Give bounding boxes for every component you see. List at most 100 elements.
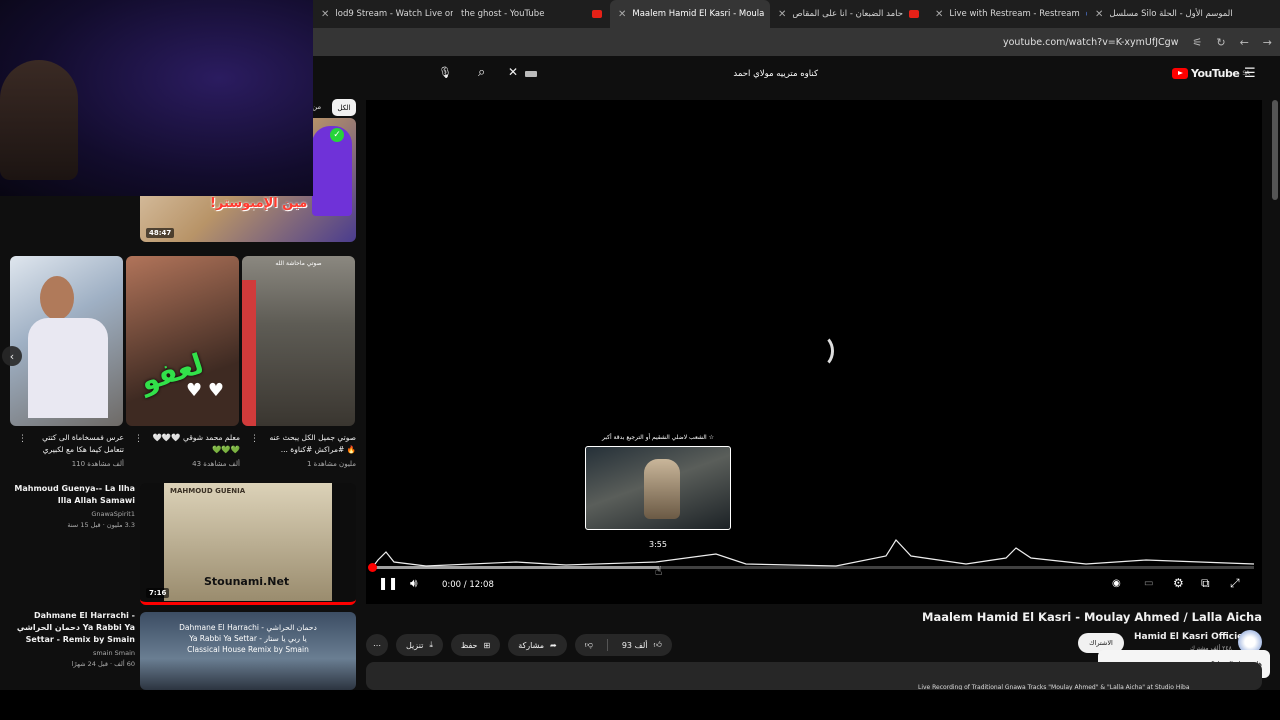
tab-current-video[interactable]: ✕ Maalem Hamid El Kasri - Moula [610,0,770,28]
thumb-line-1: Dahmane El Harrachi - دحمان الحراشي [179,623,317,632]
thumb-line-2: Ya Rabbi Ya Settar - يا ربي يا ستار [189,634,307,643]
video-title: Maalem Hamid El Kasri - Moulay Ahmed / L… [922,610,1262,624]
pause-icon[interactable]: ❚❚ [378,576,398,590]
more-icon: ⋯ [373,640,381,650]
preview-title: الشعب لاضلي الشقيم أو الترجيع بدقة أكبر … [601,434,714,441]
rec-channel-2[interactable]: smain Smain [10,648,135,658]
close-icon[interactable]: ✕ [618,9,626,20]
thumb-wall [242,280,256,426]
youtube-logo[interactable]: YouTube SA [1172,67,1250,80]
thumb-watermark: Stounami.Net [204,575,290,588]
share-button[interactable]: مشاركة ➦ [508,634,567,656]
dislike-icon[interactable]: 👎︎ [585,640,593,650]
settings-icon[interactable]: ⚙ [1173,576,1184,590]
thumb-body [28,318,108,418]
tab-silo[interactable]: ✕ مسلسل Silo الموسم الأول - الحلة [1087,0,1237,28]
forward-icon[interactable]: → [1263,36,1272,49]
rec-thumbnail-1[interactable]: MAHMOUD GUENIA Stounami.Net 7:16 [140,483,356,605]
tab-hamed[interactable]: ✕ حامد الضبعان - انا على المقاص [770,0,927,28]
rec-meta-1: 3.3 مليون · قبل 15 سنة [67,521,135,529]
reload-icon[interactable]: ↻ [1216,36,1225,49]
search-query[interactable]: كناوه مترييه مولاي احمد [733,69,818,79]
video-duration: 7:16 [146,588,170,598]
bottom-bar [0,690,1280,720]
scrub-preview-thumbnail [585,446,731,530]
search-input[interactable]: كناوه مترييه مولاي احمد [510,62,830,86]
youtube-favicon-icon [592,10,602,18]
close-icon[interactable]: ✕ [1095,9,1103,20]
logo-text: YouTube [1191,67,1240,80]
thumb-text: مين الإمبوستر! [210,196,308,211]
more-actions-button[interactable]: ⋯ [366,634,388,656]
save-label: حفظ [460,640,478,650]
share-label: مشاركة [518,640,545,650]
tune-icon[interactable]: ⚟ [1192,36,1202,49]
save-icon: ⊞ [483,640,491,650]
short-views-3: 1 مليون مشاهدة [306,460,356,468]
tab-title: Live with Restream - Restream [949,9,1080,19]
close-icon[interactable]: ✕ [778,9,786,20]
short-thumbnail-1[interactable] [10,256,123,426]
action-bar: ⋯ تنزيل ⤓ حفظ ⊞ مشاركة ➦ 👎︎ 93 ألف 👍︎ [366,634,672,656]
chip-filter[interactable]: من [312,103,321,111]
tab-restream[interactable]: ✕Live with Restream - Restream◉ [927,0,1087,28]
rec-channel-1[interactable]: GnawaSpirit1 [10,509,135,519]
volume-icon[interactable]: 🔊︎ [410,576,418,591]
download-label: تنزيل [406,640,424,650]
tab-title: lod9 Stream - Watch Live on Ki [335,9,453,19]
progress-bar[interactable] [368,563,1254,572]
thumb-top-text: MAHMOUD GUENIA [170,487,246,495]
like-icon[interactable]: 👍︎ [654,640,662,650]
autoplay-icon[interactable]: ◉ [1112,578,1121,589]
more-icon[interactable]: ⋮ [134,434,143,444]
channel-name[interactable]: Hamid El Kasri Officiel [1134,632,1246,642]
video-player[interactable]: الشعب لاضلي الشقيم أو الترجيع بدقة أكبر … [366,100,1262,604]
youtube-play-icon [1172,68,1188,79]
url-text[interactable]: youtube.com/watch?v=K-xymUfJCgw [1003,37,1178,48]
back-icon[interactable]: ← [1240,36,1249,49]
short-overlay-text: صوتي ماحاشة الله [275,260,322,267]
mic-icon[interactable]: 🎙︎ [438,66,452,79]
rec-title-1[interactable]: Mahmoud Guenya-- La Ilha Illa Allah Sama… [10,483,135,507]
more-icon[interactable]: ⋮ [250,434,259,444]
youtube-favicon-icon [908,10,919,18]
close-icon[interactable]: ✕ [935,9,943,20]
short-title-3[interactable]: صوتي جميل الكل يبحث عنه 🔥 #مراكش #كناوة … [262,432,356,456]
fullscreen-icon[interactable]: ⤢ [1230,576,1240,591]
short-title-1[interactable]: عرس فمسخاماة الى كتتي تتعامل كيما هكا مع… [30,432,124,456]
scrollbar[interactable] [1272,100,1278,200]
download-button[interactable]: تنزيل ⤓ [396,634,443,656]
short-thumbnail-3[interactable]: صوتي ماحاشة الله [242,256,355,426]
loading-spinner [806,334,834,368]
rec-title-2[interactable]: Dahmane El Harrachi - دحمان الحراشي Ya R… [10,610,135,646]
thumb-performer [644,459,680,519]
video-duration: 48:47 [146,228,175,238]
tab-kick[interactable]: ✕lod9 Stream - Watch Live on KiK [313,0,453,28]
webcam-overlay [0,0,313,196]
chip-all[interactable]: الكل [332,99,356,116]
search-icon[interactable]: ⌕ [478,65,485,80]
menu-icon[interactable]: ☰ [1244,66,1256,81]
share-icon: ➦ [550,640,557,650]
rec-thumbnail-2[interactable]: Dahmane El Harrachi - دحمان الحراشي Ya R… [140,612,356,690]
scrubber-handle[interactable] [368,563,377,572]
thumb-face [40,276,74,320]
more-icon[interactable]: ⋮ [18,434,27,444]
buffered-bar [372,566,659,569]
miniplayer-icon[interactable]: ⧉ [1201,576,1210,591]
tab-title: مسلسل Silo الموسم الأول - الحلة [1109,9,1233,19]
streamer-face [0,60,78,180]
address-bar[interactable]: youtube.com/watch?v=K-xymUfJCgw ⚟ ↻ ← → [313,28,1280,56]
close-icon[interactable]: ✕ [321,9,329,20]
like-count[interactable]: 93 ألف [622,641,648,650]
subtitles-icon[interactable]: ▭ [1144,578,1153,589]
short-title-2[interactable]: معلم محمد شوقي 🤍🤍🤍 💚💚💚 [146,432,240,456]
chevron-left-icon[interactable]: ‹ [2,346,22,366]
tab-youtube-ghost[interactable]: the ghost - YouTube [453,0,610,28]
save-button[interactable]: حفظ ⊞ [450,634,501,656]
rec-meta-2: 60 ألف · قبل 24 شهرًا [71,660,135,668]
tab-title: حامد الضبعان - انا على المقاص [792,9,903,19]
short-thumbnail-2[interactable]: لعفو ♥ ♥ [126,256,239,426]
like-dislike-group: 👎︎ 93 ألف 👍︎ [574,634,672,656]
divider [606,639,608,651]
